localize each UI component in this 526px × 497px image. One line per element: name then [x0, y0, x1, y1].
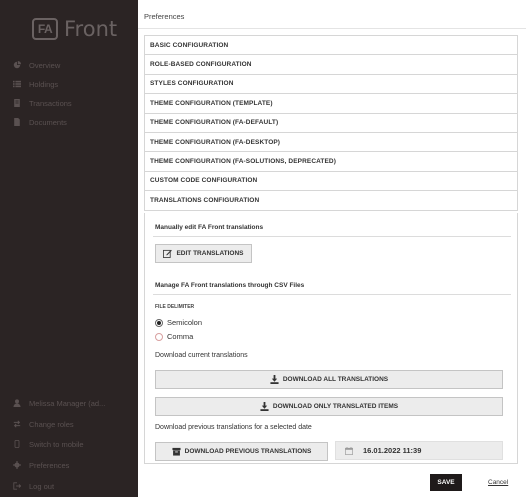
sidebar-item-switch-mobile[interactable]: Switch to mobile — [13, 437, 84, 451]
accordion-theme-template[interactable]: THEME CONFIGURATION (TEMPLATE) — [145, 94, 517, 114]
accordion-styles-configuration[interactable]: STYLES CONFIGURATION — [145, 75, 517, 95]
download-previous-label: Download previous translations for a sel… — [155, 424, 312, 431]
radio-semicolon[interactable]: Semicolon — [155, 318, 202, 327]
radio-unselected-indicator — [155, 332, 163, 341]
accordion-custom-code-configuration[interactable]: CUSTOM CODE CONFIGURATION — [145, 172, 517, 192]
logo-mark: FA — [32, 18, 58, 40]
sidebar-item-label: Melissa Manager (ad... — [29, 398, 106, 408]
download-previous-label-text: DOWNLOAD PREVIOUS TRANSLATIONS — [184, 448, 312, 455]
manual-edit-title: Manually edit FA Front translations — [155, 224, 264, 231]
section-divider — [153, 236, 511, 237]
gear-icon — [13, 461, 21, 469]
section-divider — [153, 294, 511, 295]
archive-icon — [172, 447, 181, 456]
accordion-theme-fa-default[interactable]: THEME CONFIGURATION (FA-DEFAULT) — [145, 114, 517, 133]
accordion-role-based-configuration[interactable]: ROLE-BASED CONFIGURATION — [145, 55, 517, 75]
radio-selected-indicator — [155, 318, 163, 327]
translations-panel: Manually edit FA Front translations EDIT… — [144, 213, 518, 464]
sidebar-item-label: Overview — [29, 60, 61, 70]
sidebar-item-label: Transactions — [29, 98, 72, 108]
pie-chart-icon — [13, 61, 21, 69]
sidebar-item-logout[interactable]: Log out — [13, 479, 54, 493]
sidebar-item-transactions[interactable]: Transactions — [13, 96, 72, 110]
config-accordion: BASIC CONFIGURATION ROLE-BASED CONFIGURA… — [144, 35, 518, 211]
accordion-theme-fa-desktop[interactable]: THEME CONFIGURATION (FA-DESKTOP) — [145, 133, 517, 153]
sidebar-item-holdings[interactable]: Holdings — [13, 77, 58, 91]
app-logo[interactable]: FA Front — [32, 16, 117, 42]
sidebar-item-label: Change roles — [29, 419, 74, 429]
save-button[interactable]: SAVE — [430, 474, 462, 491]
csv-section-title: Manage FA Front translations through CSV… — [155, 282, 305, 289]
logo-text: Front — [64, 17, 118, 41]
download-all-button[interactable]: DOWNLOAD ALL TRANSLATIONS — [155, 370, 503, 389]
sidebar-item-label: Log out — [29, 481, 55, 491]
download-icon — [260, 402, 269, 411]
mobile-icon — [13, 440, 21, 448]
sidebar-item-user[interactable]: Melissa Manager (ad... — [13, 396, 105, 410]
edit-translations-button[interactable]: EDIT TRANSLATIONS — [155, 244, 252, 263]
edit-translations-label: EDIT TRANSLATIONS — [176, 250, 244, 257]
cancel-link[interactable]: Cancel — [488, 479, 508, 486]
list-icon — [13, 80, 21, 88]
sidebar-item-label: Switch to mobile — [29, 439, 84, 449]
radio-label: Semicolon — [167, 318, 203, 327]
receipt-icon — [13, 99, 21, 107]
user-icon — [13, 399, 21, 407]
download-translated-label: DOWNLOAD ONLY TRANSLATED ITEMS — [272, 403, 399, 410]
radio-label: Comma — [167, 332, 194, 341]
date-picker-field[interactable]: 16.01.2022 11:39 — [335, 441, 503, 460]
sidebar-item-change-roles[interactable]: Change roles — [13, 417, 74, 431]
calendar-icon — [345, 446, 353, 455]
sidebar-item-preferences[interactable]: Preferences — [13, 458, 69, 472]
page-title: Preferences — [144, 12, 185, 21]
sidebar-item-label: Documents — [29, 117, 67, 127]
download-all-label: DOWNLOAD ALL TRANSLATIONS — [282, 376, 389, 383]
sidebar-item-overview[interactable]: Overview — [13, 58, 60, 72]
sidebar-item-documents[interactable]: Documents — [13, 115, 67, 129]
radio-comma[interactable]: Comma — [155, 332, 193, 341]
main-content: Preferences BASIC CONFIGURATION ROLE-BAS… — [138, 0, 526, 497]
download-current-label: Download current translations — [155, 352, 248, 359]
sidebar: FA Front Overview Holdings Transactions … — [0, 0, 138, 497]
swap-icon — [13, 420, 21, 428]
date-value: 16.01.2022 11:39 — [363, 446, 422, 455]
logout-icon — [13, 482, 21, 490]
accordion-theme-fa-solutions[interactable]: THEME CONFIGURATION (FA-SOLUTIONS, DEPRE… — [145, 152, 517, 172]
accordion-translations-configuration[interactable]: TRANSLATIONS CONFIGURATION — [145, 191, 517, 211]
edit-icon — [163, 249, 173, 258]
file-delimiter-label: FILE DELIMITER — [155, 304, 195, 310]
download-previous-button[interactable]: DOWNLOAD PREVIOUS TRANSLATIONS — [155, 442, 328, 461]
download-icon — [270, 375, 279, 384]
accordion-basic-configuration[interactable]: BASIC CONFIGURATION — [145, 36, 517, 56]
sidebar-item-label: Holdings — [29, 79, 59, 89]
document-icon — [13, 118, 21, 126]
download-translated-button[interactable]: DOWNLOAD ONLY TRANSLATED ITEMS — [155, 397, 503, 416]
title-divider — [138, 28, 526, 29]
sidebar-item-label: Preferences — [29, 460, 70, 470]
